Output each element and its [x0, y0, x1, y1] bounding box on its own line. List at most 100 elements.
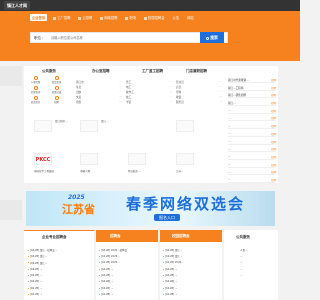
- nav-item-4[interactable]: 职场: [123, 14, 138, 21]
- service-item[interactable]: 就业指导: [26, 96, 45, 104]
- nav-item-7[interactable]: 网站: [185, 14, 196, 21]
- school-icon: [144, 16, 148, 20]
- left-strip: [0, 66, 22, 86]
- list-item[interactable]: [04.28] ...: [163, 280, 221, 284]
- list-item[interactable]: ... 招聘: [228, 140, 276, 145]
- list-item[interactable]: [04.28] 镇江...: [163, 248, 221, 252]
- search-type-select[interactable]: 职位▾: [34, 36, 43, 41]
- section-title-factory: 工厂蓝工招聘: [142, 69, 163, 73]
- list-item[interactable]: [04.28] ...: [99, 286, 157, 290]
- service-icon: [54, 86, 59, 90]
- list-item[interactable]: ... 招聘: [228, 155, 276, 160]
- nav-item-0[interactable]: 企业登录: [30, 14, 48, 21]
- list-item[interactable]: ... 招聘: [228, 163, 276, 168]
- list-item[interactable]: [04.28] ...: [163, 293, 221, 297]
- list-item[interactable]: 镇江...工程师 招聘: [228, 86, 276, 91]
- banner-year: 2025: [68, 194, 85, 201]
- service-item[interactable]: 社保查询: [26, 86, 45, 94]
- list-item[interactable]: [04.28] ...: [28, 267, 92, 271]
- list-item[interactable]: ... 招聘: [228, 124, 276, 130]
- list-item[interactable]: [04.28] 镇江...: [28, 261, 92, 265]
- list-item[interactable]: [04.28] ...: [163, 286, 221, 290]
- list-item[interactable]: 学徒...: [126, 100, 172, 104]
- list-item[interactable]: [04.28] ...: [28, 286, 92, 290]
- list-item[interactable]: ...: [240, 261, 276, 265]
- section-title-campus-fair[interactable]: 招聘会: [110, 234, 121, 239]
- banner-province: 江苏省: [62, 203, 95, 216]
- company-logo-pkcc[interactable]: PKCC: [34, 153, 52, 165]
- nav-item-1[interactable]: 工厂招聘: [51, 14, 72, 21]
- list-item[interactable]: [04.28] ...: [28, 274, 92, 278]
- office-list: 镇江市... 专员... 出纳... 文员... 销售...: [76, 80, 122, 104]
- list-item[interactable]: [04.28] ...: [163, 274, 221, 278]
- banner-title: 春季网络双选会: [126, 195, 246, 213]
- site-logo[interactable]: 镇江人才网: [4, 1, 30, 10]
- section-title-school-fair[interactable]: 校园招聘会: [172, 234, 190, 239]
- list-item[interactable]: 专员...: [76, 85, 122, 89]
- company-desc: 江苏...: [176, 170, 184, 173]
- list-item[interactable]: 镇江... 招聘: [228, 101, 276, 107]
- company-logo[interactable]: [176, 120, 194, 132]
- company-logo[interactable]: [34, 120, 52, 132]
- list-item[interactable]: 镇江...销售招聘 招聘: [228, 93, 276, 99]
- service-item[interactable]: 人事代理: [26, 76, 45, 84]
- search-box: 职位▾: [30, 32, 228, 43]
- list-item[interactable]: [04.28] ...: [28, 280, 92, 284]
- list-item[interactable]: 销售...: [76, 100, 122, 104]
- list-item[interactable]: [04.28] ...: [99, 280, 157, 284]
- nav-item-3[interactable]: 网络招聘: [98, 14, 119, 21]
- list-item[interactable]: ...: [240, 274, 276, 278]
- nav-item-2[interactable]: 云招聘: [76, 14, 94, 21]
- list-item[interactable]: 文员...: [76, 95, 122, 99]
- service-item[interactable]: 招聘: [47, 96, 66, 104]
- list-item[interactable]: 操作工...: [126, 90, 172, 94]
- company-logo[interactable]: [80, 153, 98, 165]
- list-item[interactable]: 镇江市...: [76, 80, 122, 84]
- list-item[interactable]: ... 招聘: [228, 178, 276, 183]
- list-item[interactable]: [04.28] 2025...: [99, 261, 157, 265]
- company-desc: 中国化学工程集团: [34, 170, 55, 173]
- list-item[interactable]: [04.28] 2025...招聘会: [99, 248, 157, 252]
- factory-icon: [53, 16, 57, 20]
- school-fair-header: [160, 230, 222, 242]
- list-item[interactable]: [04.28] ...: [99, 274, 157, 278]
- list-item[interactable]: [04.28] 2025...: [99, 254, 157, 258]
- service-item[interactable]: 档案查询: [47, 76, 66, 84]
- list-item[interactable]: 技工...: [126, 95, 172, 99]
- list-item[interactable]: [04.28] 镇江...: [28, 254, 92, 258]
- nav-item-6[interactable]: 公告: [171, 14, 182, 21]
- list-item[interactable]: [04.28] ...: [28, 293, 92, 297]
- list-item[interactable]: 镇江时代新能源... 招聘: [228, 78, 276, 83]
- list-item[interactable]: ...: [240, 267, 276, 271]
- list-item[interactable]: [04.28] 镇江...招聘会...: [28, 248, 92, 252]
- nav-item-5[interactable]: 校园招聘会: [142, 14, 166, 21]
- service-item[interactable]: 政策法规: [47, 86, 66, 94]
- list-item[interactable]: ... 招聘: [228, 109, 276, 114]
- search-button[interactable]: 搜索: [200, 32, 224, 43]
- list-item[interactable]: [04.28] ...: [163, 267, 221, 271]
- list-item[interactable]: [04.28] 2025...: [163, 261, 221, 265]
- company-logo[interactable]: [176, 153, 194, 165]
- section-title-public-service: 公共服务: [42, 69, 56, 73]
- list-item[interactable]: 导购...: [176, 90, 222, 94]
- list-item[interactable]: ... 招聘: [228, 116, 276, 122]
- company-logo[interactable]: [80, 120, 98, 132]
- list-item[interactable]: 营业员...: [176, 80, 222, 84]
- list-item[interactable]: 人事...: [240, 248, 276, 252]
- list-item[interactable]: 电工...: [126, 85, 172, 89]
- list-item[interactable]: [04.28] 镇江...: [163, 254, 221, 258]
- search-input[interactable]: [51, 34, 199, 42]
- list-item[interactable]: ... 招聘: [228, 132, 276, 137]
- promo-banner[interactable]: 2025 江苏省 春季网络双选会 报名入口: [26, 191, 275, 226]
- list-item[interactable]: ... 招聘: [228, 147, 276, 153]
- list-item[interactable]: 普工...: [126, 80, 172, 84]
- list-item[interactable]: [04.28] ...: [99, 267, 157, 271]
- list-item[interactable]: ... 招聘: [228, 170, 276, 176]
- list-item[interactable]: [04.28] ...: [99, 293, 157, 297]
- list-item[interactable]: ...: [240, 254, 276, 258]
- list-item[interactable]: 服务员...: [176, 100, 222, 104]
- list-item[interactable]: 出纳...: [76, 90, 122, 94]
- list-item[interactable]: 店长...: [176, 85, 222, 89]
- list-item[interactable]: 收银...: [176, 95, 222, 99]
- company-logo[interactable]: [128, 153, 146, 165]
